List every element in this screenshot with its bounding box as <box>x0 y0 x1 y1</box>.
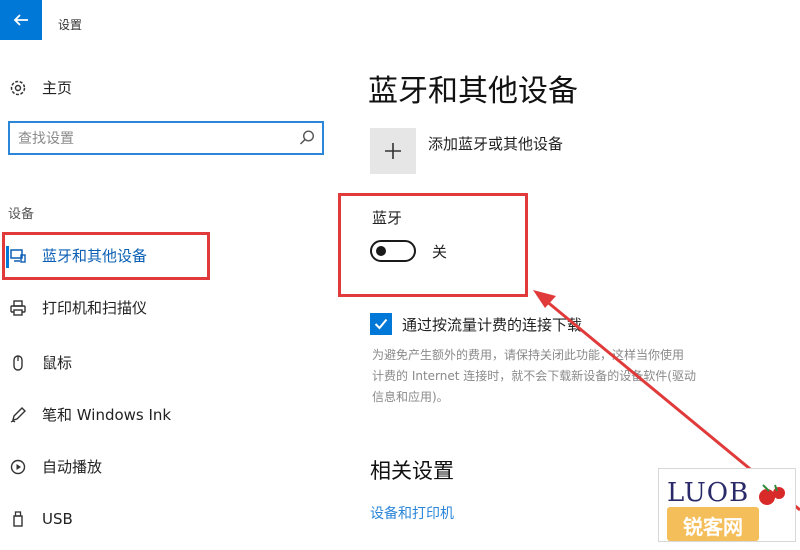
sidebar-item-printers[interactable]: 打印机和扫描仪 <box>8 297 147 318</box>
add-device-button[interactable] <box>370 128 416 174</box>
metered-checkbox[interactable] <box>370 313 392 335</box>
sidebar-item-label: 笔和 Windows Ink <box>42 406 172 424</box>
svg-text:LUOB: LUOB <box>667 478 749 508</box>
sidebar-item-label: 打印机和扫描仪 <box>42 299 148 317</box>
highlight-box-sidebar <box>2 232 210 280</box>
search-input[interactable] <box>16 128 290 150</box>
description-line: 为避免产生额外的费用，请保持关闭此功能，这样当你使用 <box>372 348 685 362</box>
metered-label[interactable]: 通过按流量计费的连接下载 <box>402 314 582 335</box>
pen-icon <box>8 405 28 425</box>
sidebar-item-label: 鼠标 <box>42 354 73 372</box>
gear-icon <box>8 78 28 98</box>
back-button[interactable] <box>0 0 42 40</box>
usb-icon <box>8 509 28 529</box>
bluetooth-state: 关 <box>432 243 448 261</box>
sidebar-item-pen[interactable]: 笔和 Windows Ink <box>8 404 171 425</box>
window-title: 设置 <box>58 18 83 32</box>
add-device-label[interactable]: 添加蓝牙或其他设备 <box>428 133 563 154</box>
sidebar-group-header: 设备 <box>8 207 35 222</box>
sidebar-item-usb[interactable]: USB <box>8 509 73 529</box>
nav-home-label: 主页 <box>42 79 73 97</box>
nav-home[interactable]: 主页 <box>8 77 72 98</box>
sidebar-item-label: USB <box>42 510 73 528</box>
mouse-icon <box>8 353 28 373</box>
metered-description: 为避免产生额外的费用，请保持关闭此功能，这样当你使用 计费的 Internet … <box>372 345 797 408</box>
plus-icon <box>385 143 401 159</box>
watermark-site: 锐客网 <box>683 515 743 539</box>
description-line: 信息和应用)。 <box>372 390 449 404</box>
back-arrow-icon <box>13 14 28 26</box>
printer-icon <box>8 298 28 318</box>
sidebar-item-mouse[interactable]: 鼠标 <box>8 352 72 373</box>
toggle-knob <box>376 246 386 256</box>
bluetooth-label: 蓝牙 <box>372 209 403 227</box>
autoplay-icon <box>8 457 28 477</box>
checkmark-icon <box>374 318 388 330</box>
page-title: 蓝牙和其他设备 <box>368 74 578 109</box>
search-box[interactable] <box>8 121 324 155</box>
description-line: 计费的 Internet 连接时，就不会下载新设备的设备软件(驱动 <box>372 369 696 383</box>
sidebar-item-autoplay[interactable]: 自动播放 <box>8 456 102 477</box>
search-icon <box>299 130 315 145</box>
devices-printers-link[interactable]: 设备和打印机 <box>370 503 454 523</box>
watermark-logo: LUOB <box>667 478 785 508</box>
watermark: LUOB 锐客网 <box>658 468 796 542</box>
sidebar-item-label: 自动播放 <box>42 458 103 476</box>
related-settings-title: 相关设置 <box>370 459 454 483</box>
bluetooth-toggle[interactable] <box>370 240 416 262</box>
